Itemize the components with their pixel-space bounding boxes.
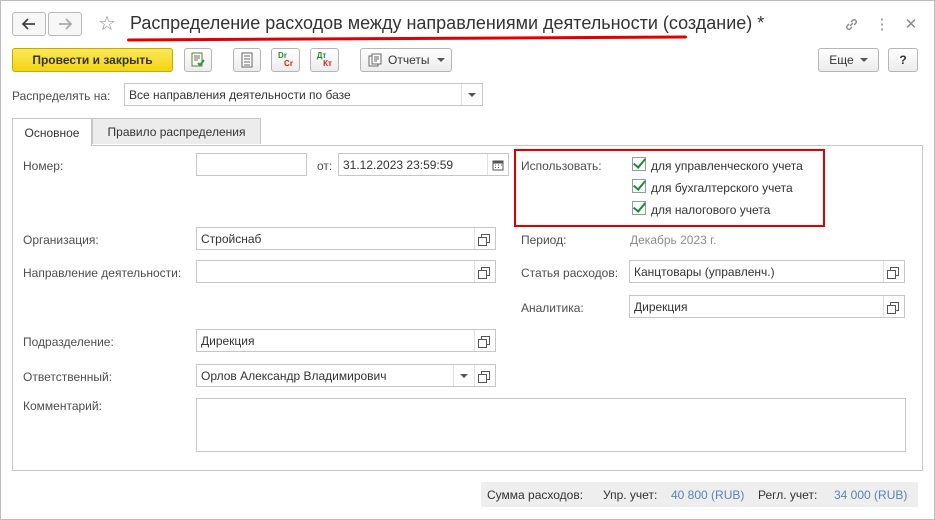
dt-kt-button[interactable]: Дт Кт — [310, 48, 339, 72]
analytics-value: Дирекция — [634, 299, 688, 314]
tab-main[interactable]: Основное — [12, 118, 92, 146]
post-and-close-button[interactable]: Провести и закрыть — [12, 48, 173, 72]
document-list-button[interactable] — [233, 48, 261, 72]
tab-distribution-rule[interactable]: Правило распределения — [92, 118, 261, 144]
calendar-button[interactable] — [487, 154, 508, 175]
organization-value: Стройснаб — [201, 231, 262, 246]
date-value: 31.12.2023 23:59:59 — [343, 157, 454, 172]
expense-item-label: Статья расходов: — [521, 266, 619, 280]
number-label: Номер: — [23, 159, 64, 173]
open-form-icon — [477, 371, 490, 383]
comment-label: Комментарий: — [23, 399, 102, 413]
activity-label: Направление деятельности: — [23, 266, 182, 280]
checkbox-management-accounting[interactable] — [632, 157, 646, 171]
dr-cr-button[interactable]: Dr Cr — [271, 48, 300, 72]
analytics-input[interactable]: Дирекция — [629, 295, 905, 318]
period-label: Период: — [521, 233, 567, 247]
department-open-button[interactable] — [474, 330, 495, 351]
report-icon — [368, 53, 382, 67]
analytics-open-button[interactable] — [883, 296, 904, 317]
checkbox-tax-accounting[interactable] — [632, 201, 646, 215]
more-vertical-icon[interactable]: ⋮ — [873, 15, 891, 33]
post-button[interactable] — [184, 48, 212, 72]
chevron-down-icon — [468, 92, 476, 97]
post-document-icon — [191, 52, 205, 67]
comment-textarea[interactable] — [196, 398, 906, 452]
link-icon[interactable] — [842, 15, 860, 33]
distribute-dropdown-button[interactable] — [461, 84, 482, 105]
star-icon[interactable]: ☆ — [98, 13, 116, 35]
responsible-label: Ответственный: — [23, 370, 113, 384]
organization-label: Организация: — [23, 233, 99, 247]
checkbox-accounting-label: для бухгалтерского учета — [651, 181, 793, 195]
dt-kt-icon-bottom: Кт — [323, 59, 332, 68]
arrow-left-icon — [22, 18, 35, 30]
open-form-icon — [477, 234, 490, 246]
mgmt-value: 40 800 (RUB) — [671, 488, 745, 502]
mgmt-label: Упр. учет: — [603, 488, 658, 502]
distribute-select[interactable]: Все направления деятельности по базе — [124, 83, 483, 106]
organization-open-button[interactable] — [474, 228, 495, 249]
department-label: Подразделение: — [23, 335, 114, 349]
arrow-right-icon — [59, 18, 72, 30]
chevron-down-icon — [859, 58, 868, 62]
checkbox-accounting[interactable] — [632, 179, 646, 193]
activity-input[interactable] — [196, 260, 496, 283]
list-icon — [241, 52, 253, 68]
calendar-icon — [492, 160, 504, 170]
organization-input[interactable]: Стройснаб — [196, 227, 496, 250]
department-input[interactable]: Дирекция — [196, 329, 496, 352]
sum-label: Сумма расходов: — [487, 488, 584, 502]
expense-item-value: Канцтовары (управленч.) — [634, 264, 775, 279]
reports-button[interactable]: Отчеты — [360, 48, 452, 72]
close-icon[interactable]: ✕ — [902, 15, 920, 33]
title-red-underline — [126, 35, 688, 42]
open-form-icon — [886, 267, 899, 279]
activity-open-button[interactable] — [474, 261, 495, 282]
reports-label: Отчеты — [388, 53, 430, 67]
back-button[interactable] — [12, 12, 46, 36]
use-label: Использовать: — [521, 159, 602, 173]
responsible-dropdown-button[interactable] — [453, 365, 474, 386]
responsible-value: Орлов Александр Владимирович — [201, 368, 387, 383]
distribute-label: Распределять на: — [12, 89, 111, 103]
analytics-label: Аналитика: — [521, 301, 584, 315]
help-button[interactable]: ? — [888, 48, 918, 72]
department-value: Дирекция — [201, 333, 255, 348]
date-input[interactable]: 31.12.2023 23:59:59 — [338, 153, 509, 176]
chevron-down-icon — [460, 373, 468, 378]
open-form-icon — [477, 267, 490, 279]
document-window: ☆ Распределение расходов между направлен… — [0, 0, 935, 520]
window-title: Распределение расходов между направления… — [130, 13, 765, 33]
forward-button[interactable] — [48, 12, 82, 36]
reg-value: 34 000 (RUB) — [834, 488, 908, 502]
dr-cr-icon-bottom: Cr — [284, 59, 293, 68]
number-input[interactable] — [196, 153, 307, 176]
chevron-down-icon — [437, 58, 446, 62]
checkbox-tax-label: для налогового учета — [651, 203, 771, 217]
reg-label: Регл. учет: — [758, 488, 818, 502]
expense-item-input[interactable]: Канцтовары (управленч.) — [629, 260, 905, 283]
distribute-value: Все направления деятельности по базе — [129, 87, 351, 102]
open-form-icon — [886, 302, 899, 314]
responsible-input[interactable]: Орлов Александр Владимирович — [196, 364, 496, 387]
checkbox-management-label: для управленческого учета — [651, 159, 803, 173]
more-button[interactable]: Еще — [818, 48, 879, 72]
expense-item-open-button[interactable] — [883, 261, 904, 282]
date-from-label: от: — [317, 159, 333, 173]
open-form-icon — [477, 336, 490, 348]
period-value: Декабрь 2023 г. — [630, 233, 717, 247]
responsible-open-button[interactable] — [474, 365, 495, 386]
more-label: Еще — [829, 53, 854, 67]
